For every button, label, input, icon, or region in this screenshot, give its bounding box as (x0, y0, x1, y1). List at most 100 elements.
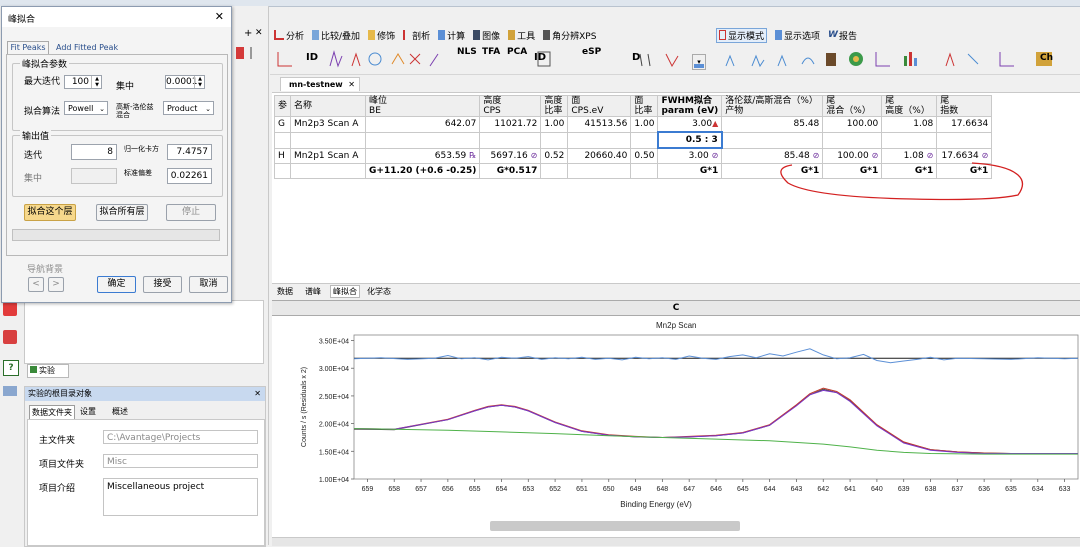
cell-height-constraint[interactable]: G*0.517 (479, 163, 542, 179)
menu-report[interactable]: W 报告 (828, 29, 857, 42)
tab-chem-state[interactable]: 化学态 (367, 286, 391, 297)
tab-add-fitted-peak[interactable]: Add Fitted Peak (56, 42, 118, 54)
chart-scrollbar-thumb[interactable] (490, 521, 740, 531)
toolbar-esp-button[interactable]: eSP (582, 47, 601, 57)
cell-tail-mix[interactable]: 100.00 ⊘ (822, 147, 883, 164)
cell-tail-exp[interactable]: 17.6634 ⊘ (936, 147, 993, 164)
table-row[interactable]: G Mn2p3 Scan A 642.07 11021.72 1.00 4151… (273, 116, 993, 133)
fit-all-button[interactable]: 拟合所有层 (96, 204, 148, 221)
menu-tools[interactable]: 工具 (508, 29, 535, 42)
help-icon[interactable]: ? (3, 360, 19, 376)
toolbar-nls-button[interactable]: NLS (457, 47, 477, 57)
cell-area-ratio[interactable] (630, 131, 659, 149)
cell-tail-exp[interactable] (936, 131, 993, 149)
cell-area[interactable]: 20660.40 (567, 147, 632, 164)
cell-tail-exp[interactable]: 17.6634 (936, 116, 993, 133)
tab-peaks[interactable]: 谱峰 (305, 286, 321, 297)
cell-fwhm-constraint[interactable]: G*1 (657, 163, 723, 179)
experiment-tree[interactable] (24, 300, 264, 364)
menu-display-options[interactable]: 显示选项 (775, 29, 820, 42)
stop-button[interactable]: 停止 (166, 204, 216, 221)
cell-param[interactable]: G (273, 116, 292, 133)
properties-close-icon[interactable]: ✕ (254, 387, 261, 401)
cell-param[interactable]: H (273, 147, 292, 164)
cancel-button[interactable]: 取消 (189, 276, 228, 293)
spectrum-chart[interactable]: Mn2p Scan 1.00E+04 1.50E+04 2.00E+04 2.50E+0… (272, 315, 1080, 546)
cell-param[interactable] (273, 131, 292, 149)
project-folder-field[interactable]: Misc (103, 454, 258, 468)
cell-height-ratio[interactable] (540, 131, 569, 149)
tab-experiment[interactable]: 实验 (27, 364, 69, 378)
alert-icon[interactable] (236, 47, 244, 59)
dialog-close-icon[interactable]: ✕ (215, 10, 224, 23)
menu-compare[interactable]: 比较/叠加 (312, 29, 360, 42)
cell-area[interactable]: 41513.56 (567, 116, 632, 133)
toolbar-d-button[interactable]: D (632, 52, 640, 63)
accept-button[interactable]: 接受 (143, 276, 182, 293)
cell-lg-mix-constraint[interactable]: G*1 (721, 163, 824, 179)
tab-fit-peaks[interactable]: Fit Peaks (7, 41, 49, 54)
cell-height[interactable]: 11021.72 (479, 116, 542, 133)
menu-display-mode[interactable]: 显示模式 (716, 27, 768, 43)
toolbar-dropdown-icon[interactable]: ▾ (692, 54, 706, 70)
converge-spinner[interactable]: ▲ ▼ (194, 76, 205, 88)
tree-icon[interactable] (3, 302, 17, 316)
toolbar-id-button[interactable]: ID (306, 52, 318, 63)
main-folder-field[interactable]: C:\Avantage\Projects (103, 430, 258, 444)
cell-name[interactable] (290, 131, 367, 149)
fit-layer-button[interactable]: 拟合这个层 (24, 204, 76, 221)
menu-arxps[interactable]: 角分辨XPS (543, 29, 596, 42)
mix-select[interactable]: Product ⌄ (163, 101, 214, 115)
doc-tab[interactable]: mn-testnew ✕ (280, 77, 360, 91)
cell-height-ratio[interactable]: 1.00 (540, 116, 569, 133)
cell-fwhm-constraint[interactable]: 0.5 : 3 (656, 131, 723, 149)
cell-area-ratio[interactable]: 1.00 (630, 116, 659, 133)
cell-tail-height[interactable]: 1.08 ⊘ (881, 147, 938, 164)
prev-button[interactable]: < (28, 277, 44, 292)
cell-name[interactable]: Mn2p1 Scan A (290, 147, 367, 164)
cell-lg-mix[interactable]: 85.48 (721, 116, 824, 133)
table-row[interactable]: G+11.20 (+0.6 -0.25) G*0.517 G*1 G*1 G*1… (273, 163, 993, 179)
cell-area-ratio[interactable] (630, 163, 659, 179)
menu-analysis[interactable]: 分析 (274, 29, 304, 42)
cell-tail-mix[interactable]: 100.00 (822, 116, 883, 133)
project-desc-field[interactable]: Miscellaneous project (103, 478, 258, 516)
cell-tail-exp-constraint[interactable]: G*1 (936, 163, 993, 179)
cell-tail-mix-constraint[interactable]: G*1 (822, 163, 883, 179)
toolbar-ch-button[interactable]: Ch (1040, 53, 1053, 63)
menu-plus-icon[interactable]: + (244, 28, 252, 39)
max-iter-spinner[interactable]: ▲ ▼ (91, 76, 102, 88)
toolbar-id2-button[interactable]: ID (534, 52, 546, 63)
cell-position[interactable]: 642.07 (365, 116, 481, 133)
cell-lg-mix[interactable] (721, 131, 824, 149)
cell-height-ratio[interactable] (540, 163, 569, 179)
menu-profile[interactable]: 剖析 (403, 29, 430, 42)
cell-fwhm[interactable]: 3.00▲ (657, 116, 723, 133)
toolbar-tfa-button[interactable]: TFA (482, 47, 500, 57)
subtab-settings[interactable]: 设置 (77, 405, 99, 418)
ok-button[interactable]: 确定 (97, 276, 136, 293)
subtab-overview[interactable]: 概述 (107, 405, 133, 418)
subtab-data-folder[interactable]: 数据文件夹 (29, 405, 75, 420)
cell-tail-mix[interactable] (822, 131, 883, 149)
checklist-icon[interactable] (3, 330, 17, 344)
cell-area[interactable] (567, 131, 632, 149)
cell-position-constraint[interactable]: G+11.20 (+0.6 -0.25) (365, 163, 481, 179)
algorithm-select[interactable]: Powell ⌄ (64, 101, 108, 115)
doc-tab-close-icon[interactable]: ✕ (348, 78, 355, 92)
cell-position[interactable]: 653.59 ℞ (365, 147, 481, 164)
tab-peak-fit[interactable]: 峰拟合 (330, 285, 360, 298)
cell-height[interactable]: 5697.16 ⊘ (479, 147, 542, 164)
cell-area[interactable] (567, 163, 632, 179)
cell-fwhm[interactable]: 3.00 ⊘ (657, 147, 723, 164)
menu-image[interactable]: 图像 (473, 29, 500, 42)
menu-modify[interactable]: 修饰 (368, 29, 395, 42)
next-button[interactable]: > (48, 277, 64, 292)
cell-tail-height[interactable] (881, 131, 938, 149)
cell-name[interactable]: Mn2p3 Scan A (290, 116, 367, 133)
cell-param[interactable] (273, 163, 292, 179)
expand-icon[interactable] (3, 386, 17, 396)
menu-close-icon[interactable]: ✕ (255, 28, 263, 38)
cell-height[interactable] (479, 131, 542, 149)
table-row[interactable]: H Mn2p1 Scan A 653.59 ℞ 5697.16 ⊘ 0.52 2… (273, 147, 993, 164)
